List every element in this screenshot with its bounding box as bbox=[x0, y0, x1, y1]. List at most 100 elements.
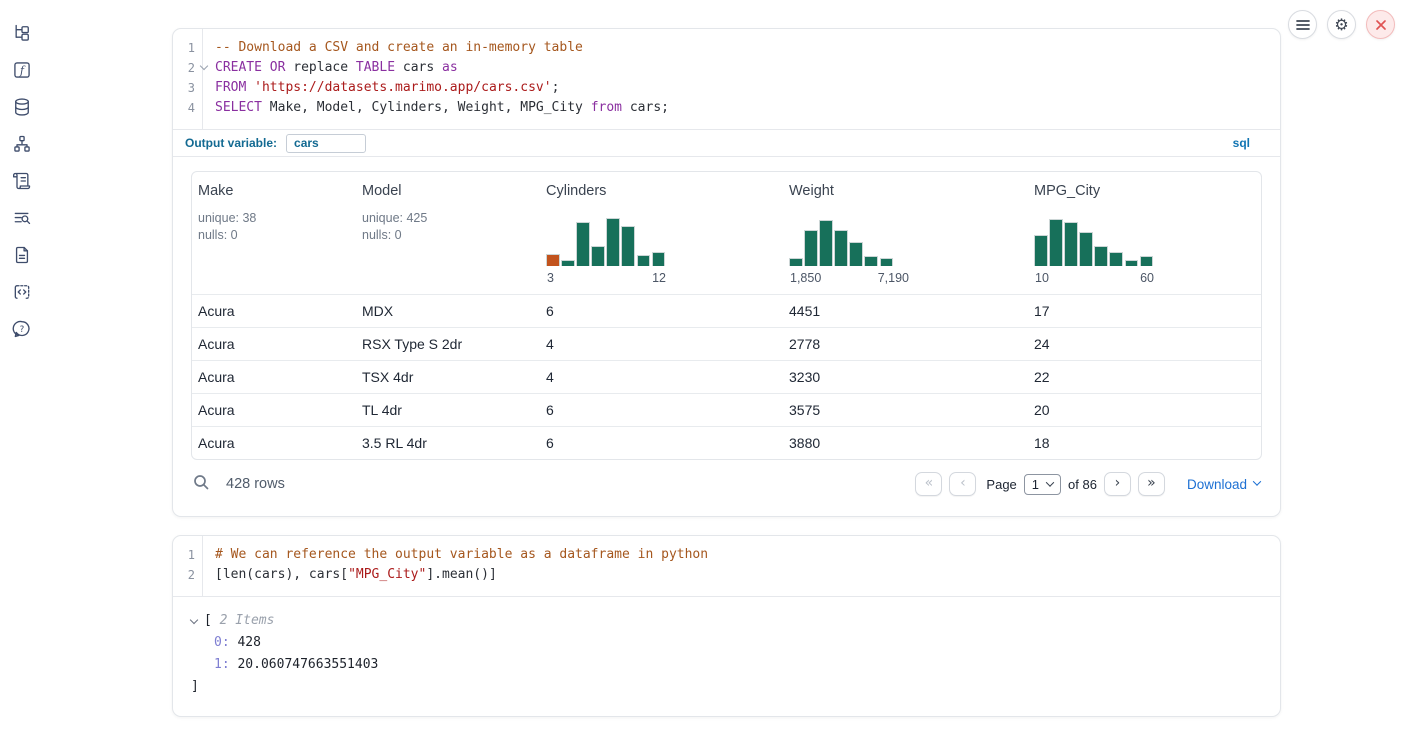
table-row[interactable]: AcuraRSX Type S 2dr4277824 bbox=[192, 327, 1261, 360]
table-cell: Acura bbox=[192, 303, 356, 319]
table-row[interactable]: AcuraMDX6445117 bbox=[192, 294, 1261, 327]
histogram-bar[interactable] bbox=[1034, 235, 1048, 266]
last-page-button[interactable]: » bbox=[1138, 472, 1165, 496]
table-header-row: Makeunique: 38nulls: 0Modelunique: 425nu… bbox=[192, 172, 1261, 294]
page-label: Page bbox=[986, 477, 1016, 492]
first-page-button[interactable]: « bbox=[915, 472, 942, 496]
line-number: 4 bbox=[173, 98, 195, 118]
table-cell: 22 bbox=[1028, 369, 1261, 385]
tree-item[interactable]: 1: 20.060747663551403 bbox=[191, 654, 1262, 676]
histogram-bar[interactable] bbox=[621, 226, 635, 266]
histogram-bar[interactable] bbox=[1109, 252, 1123, 266]
dependency-graph-icon[interactable] bbox=[11, 133, 32, 154]
histogram-axis-labels: 312 bbox=[546, 271, 667, 285]
documentation-icon[interactable] bbox=[11, 244, 32, 265]
table-cell: 3575 bbox=[783, 402, 1028, 418]
table-cell: Acura bbox=[192, 369, 356, 385]
column-header-Cylinders[interactable]: Cylinders312 bbox=[540, 172, 783, 294]
variables-icon[interactable]: f bbox=[11, 59, 32, 80]
table-cell: Acura bbox=[192, 336, 356, 352]
column-header-Weight[interactable]: Weight1,8507,190 bbox=[783, 172, 1028, 294]
output-variable-input[interactable]: cars bbox=[286, 134, 366, 153]
histogram-axis-labels: 1,8507,190 bbox=[789, 271, 910, 285]
column-histogram[interactable]: 312 bbox=[546, 218, 667, 285]
page-select-value: 1 bbox=[1032, 477, 1039, 492]
table-cell: 24 bbox=[1028, 336, 1261, 352]
code-line: FROM 'https://datasets.marimo.app/cars.c… bbox=[215, 78, 1280, 98]
sidebar: f ? bbox=[0, 0, 48, 729]
histogram-bar[interactable] bbox=[1094, 246, 1108, 266]
snippets-icon[interactable] bbox=[11, 281, 32, 302]
histogram-bar[interactable] bbox=[652, 252, 666, 266]
tree-root-row[interactable]: [ 2 Items bbox=[191, 610, 1262, 632]
logs-icon[interactable] bbox=[11, 170, 32, 191]
histogram-bar[interactable] bbox=[1064, 222, 1078, 266]
tree-item[interactable]: 0: 428 bbox=[191, 632, 1262, 654]
prev-page-button[interactable]: ‹ bbox=[949, 472, 976, 496]
shutdown-button[interactable] bbox=[1366, 10, 1395, 39]
table-of-contents-icon[interactable] bbox=[11, 207, 32, 228]
histogram-bar[interactable] bbox=[561, 260, 575, 266]
python-code-editor[interactable]: 12 # We can reference the output variabl… bbox=[173, 536, 1280, 596]
table-row[interactable]: AcuraTSX 4dr4323022 bbox=[192, 360, 1261, 393]
line-number: 3 bbox=[173, 78, 195, 98]
column-histogram[interactable]: 1060 bbox=[1034, 218, 1155, 285]
line-number: 1 bbox=[173, 38, 195, 58]
histogram-bar[interactable] bbox=[789, 258, 803, 266]
histogram-bar[interactable] bbox=[834, 230, 848, 266]
page-select[interactable]: 1 bbox=[1024, 474, 1061, 495]
notebook-menu-button[interactable] bbox=[1288, 10, 1317, 39]
line-number-gutter: 1234 bbox=[173, 29, 203, 129]
open-bracket: [ bbox=[204, 610, 212, 632]
download-button[interactable]: Download bbox=[1187, 477, 1260, 492]
histogram-bar[interactable] bbox=[637, 255, 651, 266]
histogram-bar[interactable] bbox=[591, 246, 605, 266]
tree-item-value: 428 bbox=[230, 635, 261, 650]
histogram-bar[interactable] bbox=[1140, 256, 1154, 266]
datasources-icon[interactable] bbox=[11, 96, 32, 117]
code-lines: # We can reference the output variable a… bbox=[203, 536, 1280, 596]
column-header-Make[interactable]: Makeunique: 38nulls: 0 bbox=[192, 172, 356, 294]
histogram-bar[interactable] bbox=[864, 256, 878, 266]
file-tree-icon[interactable] bbox=[11, 22, 32, 43]
histogram-bar[interactable] bbox=[804, 230, 818, 266]
next-page-button[interactable]: › bbox=[1104, 472, 1131, 496]
help-icon[interactable]: ? bbox=[11, 318, 32, 339]
table-cell: TL 4dr bbox=[356, 402, 540, 418]
histogram-bar[interactable] bbox=[1125, 260, 1139, 266]
search-icon[interactable] bbox=[193, 474, 209, 495]
histogram-bar[interactable] bbox=[1049, 219, 1063, 266]
code-line: SELECT Make, Model, Cylinders, Weight, M… bbox=[215, 98, 1280, 118]
table-body: AcuraMDX6445117AcuraRSX Type S 2dr427782… bbox=[192, 294, 1261, 459]
sql-code-editor[interactable]: 1234 -- Download a CSV and create an in-… bbox=[173, 29, 1280, 129]
histogram-bar[interactable] bbox=[576, 222, 590, 266]
table-cell: 17 bbox=[1028, 303, 1261, 319]
output-variable-label: Output variable: bbox=[185, 136, 277, 150]
table-row[interactable]: AcuraTL 4dr6357520 bbox=[192, 393, 1261, 426]
histogram-bar[interactable] bbox=[880, 258, 894, 266]
column-histogram[interactable]: 1,8507,190 bbox=[789, 218, 910, 285]
python-cell: 12 # We can reference the output variabl… bbox=[172, 535, 1281, 717]
python-output-tree: [ 2 Items 0: 4281: 20.060747663551403 ] bbox=[173, 596, 1280, 716]
close-bracket: ] bbox=[191, 676, 1262, 698]
histogram-bar[interactable] bbox=[606, 218, 620, 266]
table-cell: 6 bbox=[540, 303, 783, 319]
table-cell: 6 bbox=[540, 435, 783, 451]
histogram-bar[interactable] bbox=[1079, 232, 1093, 266]
histogram-bar[interactable] bbox=[546, 254, 560, 266]
table-cell: 3.5 RL 4dr bbox=[356, 435, 540, 451]
column-header-MPG_City[interactable]: MPG_City1060 bbox=[1028, 172, 1261, 294]
table-cell: 3230 bbox=[783, 369, 1028, 385]
line-number: 2 bbox=[173, 565, 195, 585]
table-row[interactable]: Acura3.5 RL 4dr6388018 bbox=[192, 426, 1261, 459]
table-cell: TSX 4dr bbox=[356, 369, 540, 385]
table-cell: 2778 bbox=[783, 336, 1028, 352]
histogram-bar[interactable] bbox=[819, 220, 833, 266]
close-icon bbox=[1375, 19, 1387, 31]
column-header-Model[interactable]: Modelunique: 425nulls: 0 bbox=[356, 172, 540, 294]
settings-gear-button[interactable]: ⚙ bbox=[1327, 10, 1356, 39]
tree-item-key: 0: bbox=[214, 635, 230, 650]
line-number: 1 bbox=[173, 545, 195, 565]
histogram-bar[interactable] bbox=[849, 242, 863, 266]
tree-body: 0: 4281: 20.060747663551403 bbox=[191, 632, 1262, 676]
